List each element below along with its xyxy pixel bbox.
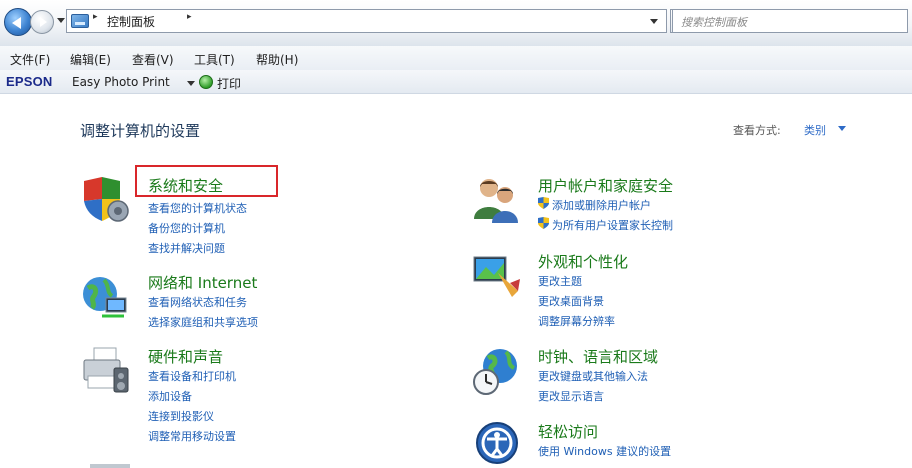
control-panel-icon [71, 14, 89, 28]
link-homegroup-sharing[interactable]: 选择家庭组和共享选项 [148, 314, 258, 330]
search-placeholder: 搜索控制面板 [681, 16, 747, 29]
shield-icon[interactable] [80, 175, 130, 225]
category-title[interactable]: 硬件和声音 [148, 346, 223, 367]
category-title[interactable]: 时钟、语言和区域 [538, 346, 658, 367]
menu-bar: 文件(F) 编辑(E) 查看(V) 工具(T) 帮助(H) [0, 46, 912, 70]
breadcrumb-separator[interactable]: ▸ [187, 12, 192, 22]
address-field[interactable]: ▸ 控制面板 ▸ [66, 9, 667, 33]
search-input[interactable]: 搜索控制面板 [672, 9, 908, 33]
menu-tools[interactable]: 工具(T) [194, 51, 235, 68]
ease-of-access-icon[interactable] [472, 421, 522, 468]
menu-view[interactable]: 查看(V) [132, 51, 174, 68]
category-icon-clipped [90, 464, 130, 468]
menu-help[interactable]: 帮助(H) [256, 51, 298, 68]
link-view-computer-status[interactable]: 查看您的计算机状态 [148, 200, 247, 216]
link-windows-suggested-settings[interactable]: 使用 Windows 建议的设置 [538, 443, 671, 459]
forward-button[interactable] [30, 10, 54, 34]
menu-file[interactable]: 文件(F) [10, 51, 50, 68]
view-by-dropdown[interactable]: 类别 [804, 122, 826, 138]
category-title[interactable]: 轻松访问 [538, 421, 598, 442]
clock-globe-icon[interactable] [472, 346, 522, 396]
link-devices-printers[interactable]: 查看设备和打印机 [148, 368, 236, 384]
link-display-language[interactable]: 更改显示语言 [538, 388, 604, 404]
control-panel-content: 调整计算机的设置 查看方式: 类别 系统和安全 查看您的计算机状态 备份您的计算… [0, 95, 912, 468]
category-title[interactable]: 系统和安全 [148, 175, 223, 196]
chevron-down-icon[interactable] [838, 126, 846, 131]
personalization-icon[interactable] [472, 251, 522, 301]
back-button[interactable] [4, 8, 32, 36]
category-title[interactable]: 网络和 Internet [148, 272, 257, 293]
print-icon[interactable] [199, 75, 213, 89]
page-title: 调整计算机的设置 [80, 122, 201, 140]
category-title[interactable]: 用户帐户和家庭安全 [538, 175, 673, 196]
easy-photo-print-button[interactable]: Easy Photo Print [72, 75, 170, 89]
link-keyboard-input[interactable]: 更改键盘或其他输入法 [538, 368, 648, 384]
link-change-theme[interactable]: 更改主题 [538, 273, 582, 289]
menu-edit[interactable]: 编辑(E) [70, 51, 111, 68]
link-add-remove-accounts[interactable]: 添加或删除用户帐户 [552, 197, 651, 213]
print-button[interactable]: 打印 [217, 75, 241, 92]
epson-logo: EPSON [6, 74, 53, 89]
link-desktop-background[interactable]: 更改桌面背景 [538, 293, 604, 309]
link-mobility-settings[interactable]: 调整常用移动设置 [148, 428, 236, 444]
breadcrumb-control-panel[interactable]: 控制面板 [107, 13, 155, 30]
link-view-network-status[interactable]: 查看网络状态和任务 [148, 294, 247, 310]
recent-pages-dropdown-icon[interactable] [57, 18, 65, 23]
users-icon[interactable] [472, 175, 522, 225]
link-backup-computer[interactable]: 备份您的计算机 [148, 220, 225, 236]
address-dropdown-icon[interactable] [650, 19, 658, 24]
uac-shield-icon [538, 197, 549, 209]
address-bar: ▸ 控制面板 ▸ ⟳ 搜索控制面板 [0, 0, 912, 46]
link-connect-projector[interactable]: 连接到投影仪 [148, 408, 214, 424]
link-troubleshoot[interactable]: 查找并解决问题 [148, 240, 225, 256]
chevron-down-icon[interactable] [187, 81, 195, 86]
link-parental-controls[interactable]: 为所有用户设置家长控制 [552, 217, 673, 233]
category-title[interactable]: 外观和个性化 [538, 251, 628, 272]
link-screen-resolution[interactable]: 调整屏幕分辨率 [538, 313, 615, 329]
network-globe-icon[interactable] [80, 272, 130, 322]
view-by-label: 查看方式: [733, 124, 781, 137]
epson-toolbar: EPSON Easy Photo Print 打印 [0, 70, 912, 94]
link-add-device[interactable]: 添加设备 [148, 388, 192, 404]
breadcrumb-separator[interactable]: ▸ [93, 12, 98, 22]
printer-icon[interactable] [80, 346, 130, 396]
uac-shield-icon [538, 217, 549, 229]
